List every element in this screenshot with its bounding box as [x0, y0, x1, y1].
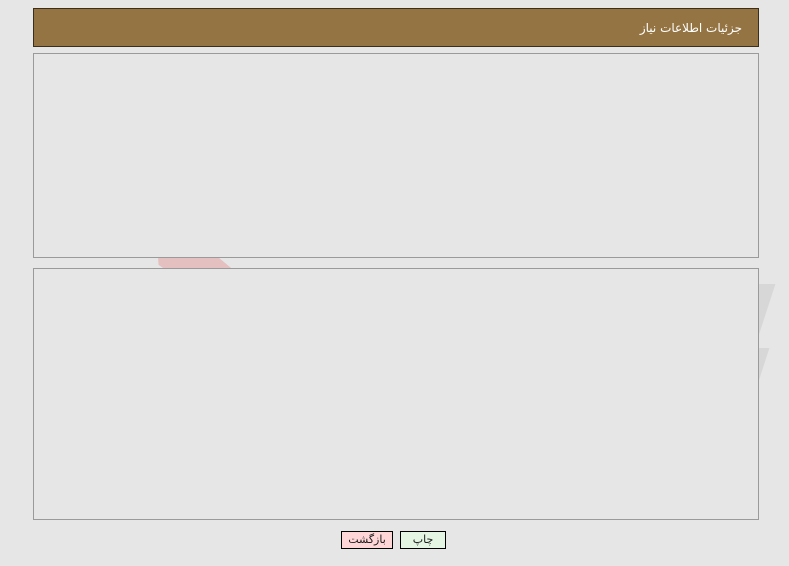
back-button[interactable]: بازگشت	[341, 531, 393, 549]
need-details-panel	[33, 268, 759, 520]
request-header-panel	[33, 53, 759, 258]
page-title: جزئیات اطلاعات نیاز	[33, 8, 759, 47]
page-title-text: جزئیات اطلاعات نیاز	[639, 20, 742, 35]
print-button[interactable]: چاپ	[400, 531, 446, 549]
page-root: AriaTender جزئیات اطلاعات نیاز شماره نیا…	[0, 0, 789, 566]
